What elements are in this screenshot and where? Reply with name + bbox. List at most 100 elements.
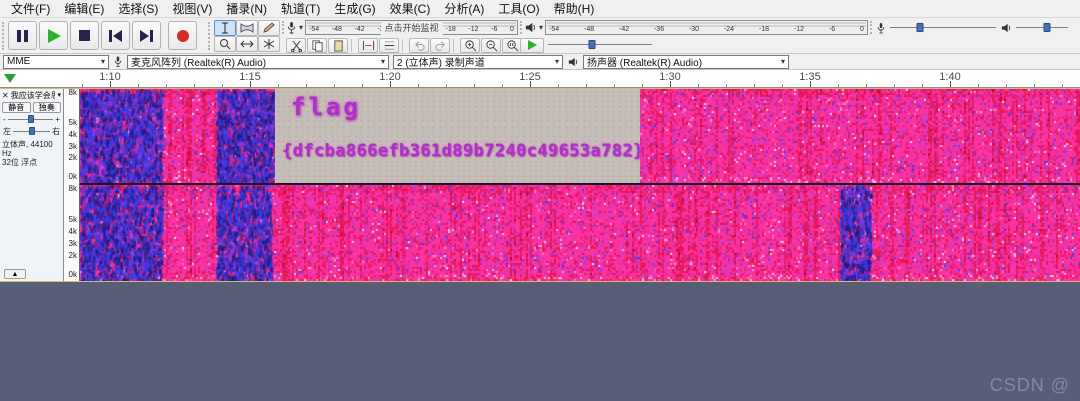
recording-volume-thumb[interactable] (916, 23, 923, 32)
cut-button[interactable] (286, 38, 306, 53)
play-button[interactable] (39, 21, 68, 50)
trim-audio-button[interactable] (358, 38, 378, 53)
meter-scale-label: -48 (332, 26, 342, 34)
playback-volume-thumb[interactable] (1044, 23, 1051, 32)
gain-slider[interactable] (8, 115, 54, 124)
monitor-hint[interactable]: 点击开始监视 (380, 22, 442, 35)
timeline-tick (1034, 84, 1035, 87)
playback-speed-thumb[interactable] (588, 40, 595, 49)
chevron-down-icon: ▾ (381, 58, 385, 66)
zoom-in-button[interactable] (460, 38, 480, 53)
pan-left-label: 左 (3, 126, 11, 137)
menu-item-tools[interactable]: 工具(O) (491, 0, 546, 17)
zoom-out-button[interactable] (481, 38, 501, 53)
selection-region[interactable]: flag {dfcba866efb361d89b7240c49653a782} (275, 89, 640, 183)
play-at-speed-toolbar (520, 37, 652, 53)
track-menu-chevron-icon[interactable]: ▾ (57, 91, 61, 99)
paste-button[interactable] (328, 38, 348, 53)
redo-button[interactable] (430, 38, 450, 53)
watermark-text: CSDN @ (990, 375, 1070, 396)
gain-slider-thumb[interactable] (28, 115, 34, 123)
pause-button[interactable] (8, 21, 37, 50)
toolbar-grip[interactable] (870, 21, 874, 34)
timeline-tick (138, 84, 139, 87)
toolbar-separator (402, 39, 406, 52)
menu-item-effect[interactable]: 效果(C) (383, 0, 438, 17)
menu-item-help[interactable]: 帮助(H) (547, 0, 602, 17)
toolbar-grip[interactable] (2, 22, 6, 50)
timeline-tick (250, 81, 251, 87)
skip-to-start-button[interactable] (101, 21, 130, 50)
selection-tool-button[interactable] (214, 20, 236, 36)
playback-meter[interactable]: ▾ -54-48-42-36-30-24-18-12-60 (524, 20, 868, 35)
playback-meter-scale: -54-48-42-36-30-24-18-12-60 (545, 20, 868, 35)
timeline-tick (950, 81, 951, 87)
timeline-options-pin-icon[interactable] (4, 74, 16, 83)
time-shift-tool-button[interactable] (236, 36, 258, 52)
meter-scale-label: -18 (446, 26, 456, 34)
playback-speed-slider[interactable] (548, 40, 652, 50)
timeline-tick (278, 84, 279, 87)
meter-scale-label: 0 (860, 26, 864, 34)
track-close-button[interactable]: ✕ (2, 91, 9, 100)
chevron-down-icon[interactable]: ▾ (539, 24, 543, 32)
zoom-tool-icon (218, 38, 232, 50)
freq-label: 2k (69, 252, 77, 260)
record-button[interactable] (168, 21, 197, 50)
menu-item-edit[interactable]: 编辑(E) (57, 0, 111, 17)
track-area: ✕ 我应该学会思考总... ▾ 静音 独奏 - + 左 右 立体声, 44100… (0, 88, 1080, 282)
recording-device-select[interactable]: 麦克风阵列 (Realtek(R) Audio)▾ (127, 55, 389, 69)
undo-button[interactable] (409, 38, 429, 53)
chevron-down-icon[interactable]: ▾ (299, 24, 303, 32)
menu-item-transport[interactable]: 播录(N) (219, 0, 274, 17)
timeline-tick (1006, 84, 1007, 87)
freq-label: 3k (69, 240, 77, 248)
play-at-speed-button[interactable] (520, 38, 544, 53)
playback-device-select[interactable]: 扬声器 (Realtek(R) Audio)▾ (583, 55, 789, 69)
toolbar-grip[interactable] (208, 22, 212, 50)
silence-audio-button[interactable] (379, 38, 399, 53)
multi-tool-button[interactable] (258, 36, 280, 52)
zoom-tool-button[interactable] (214, 36, 236, 52)
speaker-icon (524, 22, 537, 33)
spectrogram-channel-2[interactable] (80, 185, 1080, 281)
timeline-tick (474, 84, 475, 87)
cut-icon (290, 39, 303, 52)
menu-item-analyze[interactable]: 分析(A) (437, 0, 491, 17)
solo-button[interactable]: 独奏 (33, 102, 62, 113)
play-icon (48, 29, 61, 43)
pause-icon (17, 30, 28, 42)
track-format-line1: 立体声, 44100 Hz (2, 140, 61, 158)
skip-to-end-button[interactable] (132, 21, 161, 50)
stop-button[interactable] (70, 21, 99, 50)
tools-toolbar (214, 20, 280, 52)
zoom-selection-button[interactable] (502, 38, 522, 53)
collapse-track-button[interactable]: ▲ (4, 269, 26, 279)
envelope-tool-button[interactable] (236, 20, 258, 36)
mixer-toolbar (876, 20, 1076, 35)
menu-item-view[interactable]: 视图(V) (165, 0, 219, 17)
flag-text: flag (291, 93, 361, 121)
recording-channels-select[interactable]: 2 (立体声) 录制声道▾ (393, 55, 563, 69)
gain-slider-row: - + (0, 114, 63, 125)
pan-slider-thumb[interactable] (29, 127, 35, 135)
meter-scale-label: -24 (724, 26, 734, 34)
draw-tool-button[interactable] (258, 20, 280, 36)
timeline-ruler[interactable]: 1:101:151:201:251:301:351:401:45 (0, 70, 1080, 88)
pan-slider[interactable] (13, 127, 50, 136)
menu-item-file[interactable]: 文件(F) (4, 0, 57, 17)
audio-host-select[interactable]: MME▾ (3, 55, 109, 69)
audio-host-value: MME (7, 56, 30, 67)
copy-button[interactable] (307, 38, 327, 53)
menu-item-tracks[interactable]: 轨道(T) (274, 0, 327, 17)
menu-item-generate[interactable]: 生成(G) (327, 0, 382, 17)
timeline-tick (558, 84, 559, 87)
recording-volume-slider[interactable] (890, 23, 996, 33)
meter-scale-label: -54 (309, 26, 319, 34)
timeline-tick (754, 84, 755, 87)
recording-meter[interactable]: ▾ -54-48-42-36-30-24-18-12-60 点击开始监视 (286, 20, 518, 35)
mute-button[interactable]: 静音 (2, 102, 31, 113)
playback-volume-slider[interactable] (1016, 23, 1068, 33)
menu-item-select[interactable]: 选择(S) (111, 0, 165, 17)
track-title[interactable]: 我应该学会思考总... (11, 90, 56, 101)
